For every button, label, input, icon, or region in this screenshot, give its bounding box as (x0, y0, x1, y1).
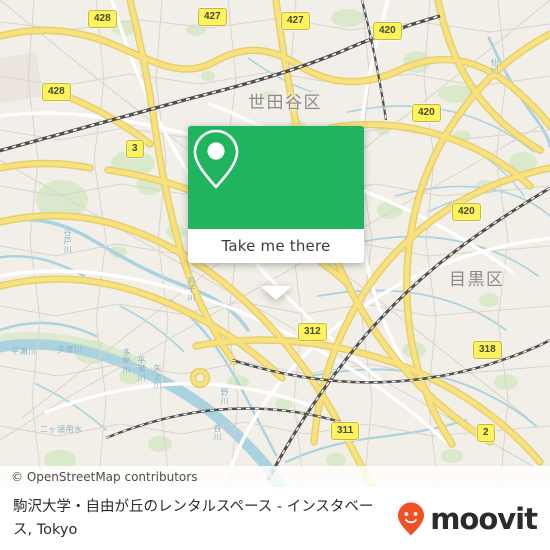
water-label: 谷戸川 (63, 228, 72, 254)
place-label-meguro-ku: 目黒区 (449, 270, 505, 290)
road-shield[interactable]: 428 (88, 10, 117, 28)
road-shield[interactable]: 428 (42, 83, 71, 101)
road-shield[interactable]: 318 (473, 341, 502, 359)
map-pin-icon (193, 129, 239, 189)
footer-bar: 駒沢大学・自由が丘のレンタルスペース - インスタベース, Tokyo moov… (0, 487, 550, 550)
water-label: 平瀬川 (137, 356, 146, 382)
moovit-map-screen: 世田谷区 目黒区 平瀬川 多摩川 二ヶ領用水 多摩川 平瀬川 矢上川 谷戸川 丸… (0, 0, 550, 550)
road-shield[interactable]: 420 (373, 22, 402, 40)
road-shield[interactable]: 427 (281, 12, 310, 30)
water-label: 丸子川 (187, 276, 196, 302)
moovit-logo[interactable]: moovit (396, 501, 550, 537)
water-label: 呑川 (213, 424, 222, 441)
water-label: 二ヶ領用水 (40, 425, 83, 434)
road-shield[interactable]: 312 (298, 323, 327, 341)
popup-tail (260, 286, 292, 300)
moovit-wordmark: moovit (430, 501, 538, 536)
road-shield[interactable]: 3 (126, 140, 144, 158)
water-label: 多摩川 (122, 348, 131, 374)
place-label-setagaya-ku: 世田谷区 (248, 93, 322, 113)
water-label: 平瀬川 (11, 347, 37, 356)
road-shield[interactable]: 420 (452, 203, 481, 221)
water-label: 矢上川 (153, 364, 162, 390)
moovit-pin-icon (398, 502, 425, 535)
road-shield[interactable]: 2 (477, 424, 495, 442)
road-shield[interactable]: 420 (412, 104, 441, 122)
attribution-text: © OpenStreetMap contributors (11, 469, 198, 484)
water-label: 野川 (220, 388, 229, 405)
map-canvas[interactable]: 世田谷区 目黒区 平瀬川 多摩川 二ヶ領用水 多摩川 平瀬川 矢上川 谷戸川 丸… (0, 0, 550, 487)
water-label: 多摩川 (57, 345, 83, 354)
take-me-there-label: Take me there (221, 237, 331, 255)
road-shield[interactable]: 311 (331, 422, 360, 440)
page-title: 駒沢大学・自由が丘のレンタルスペース - インスタベース, Tokyo (13, 499, 374, 538)
popup-icon-area (188, 126, 364, 229)
map-attribution: © OpenStreetMap contributors (0, 466, 550, 487)
take-me-there-button[interactable]: Take me there (188, 229, 364, 263)
water-label: 仙川 (490, 58, 499, 75)
location-popup[interactable]: Take me there (188, 126, 364, 300)
road-shield[interactable]: 427 (198, 8, 227, 26)
